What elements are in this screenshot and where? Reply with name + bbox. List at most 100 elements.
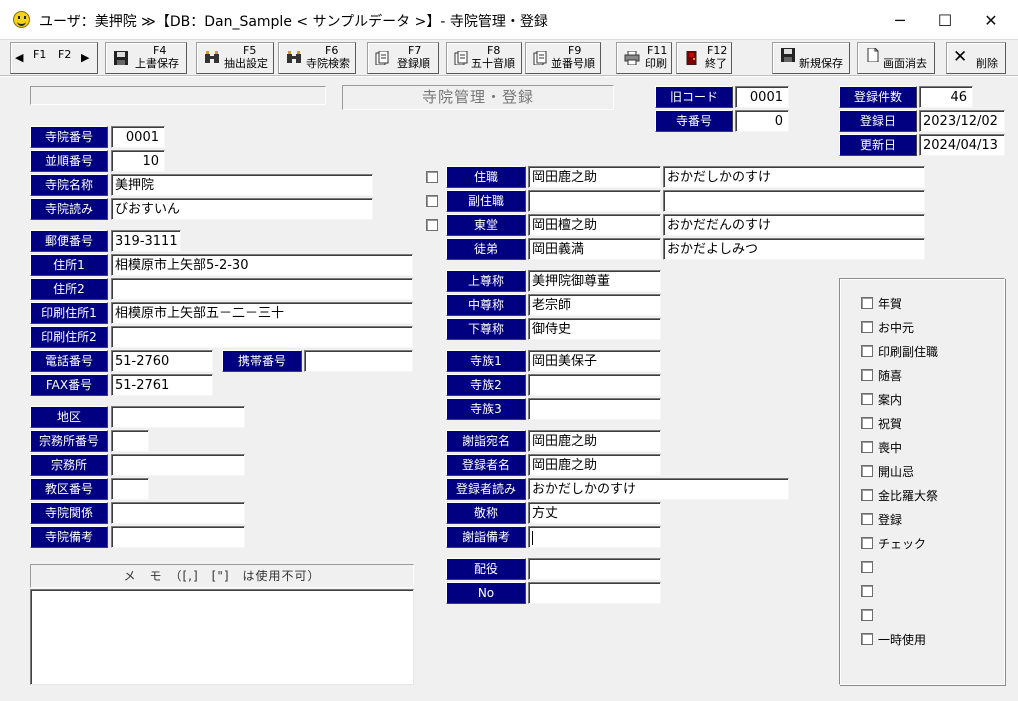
addressee-label: 謝詣宛名 [446,430,526,452]
overwrite-save-button[interactable]: F4 上書保存 [105,42,187,74]
option-label: 開山忌 [878,465,915,479]
sort-registration-button[interactable]: F7 登録順 [367,42,439,74]
family3-field[interactable] [528,398,661,420]
vice-priest-checkbox[interactable] [426,195,438,207]
retired-priest-label: 東堂 [446,214,526,236]
order-number-field[interactable]: 10 [111,150,165,172]
registrant-reading-field[interactable]: おかだしかのすけ [528,478,789,500]
option-checkbox[interactable] [861,633,873,645]
print-address1-field[interactable]: 相模原市上矢部五－二－三十 [111,302,413,324]
close-button[interactable]: ✕ [971,8,1011,34]
role-field[interactable] [528,558,661,580]
retired-priest-name-field[interactable]: 岡田檀之助 [528,214,661,236]
option-checkbox[interactable] [861,345,873,357]
disciple-reading-field[interactable]: おかだよしみつ [663,238,925,260]
temple-relation-field[interactable] [111,502,245,524]
print-address2-field[interactable] [111,326,413,348]
chief-priest-reading-field[interactable]: おかだしかのすけ [663,166,925,188]
address-notes-field[interactable] [528,526,661,548]
addressee-field[interactable]: 岡田鹿之助 [528,430,661,452]
option-checkbox[interactable] [861,537,873,549]
record-count-field: 46 [919,86,973,108]
address2-field[interactable] [111,278,413,300]
option-checkbox[interactable] [861,585,873,597]
maximize-button[interactable]: ☐ [925,8,965,34]
mobile-field[interactable] [304,350,413,372]
title-label: 敬称 [446,502,526,524]
old-code-field[interactable]: 0001 [735,86,789,108]
sort-registration-label: 登録順 [397,57,430,70]
chief-priest-checkbox[interactable] [426,171,438,183]
title-bar: ユーザ：美押院 ≫【DB：Dan_Sample < サンプルデータ >】- 寺院… [0,0,1018,40]
f8-key-label: F8 [487,44,501,57]
retired-priest-checkbox[interactable] [426,219,438,231]
middle-honorific-field[interactable]: 老宗師 [528,294,661,316]
lower-honorific-field[interactable]: 御侍史 [528,318,661,340]
family2-field[interactable] [528,374,661,396]
district-field[interactable] [111,406,245,428]
chief-priest-name-field[interactable]: 岡田鹿之助 [528,166,661,188]
minimize-button[interactable]: ─ [880,8,920,34]
option-label: 案内 [878,393,903,407]
option-checkbox[interactable] [861,297,873,309]
registrant-field[interactable]: 岡田鹿之助 [528,454,661,476]
option-checkbox[interactable] [861,489,873,501]
vice-priest-name-field[interactable] [528,190,661,212]
option-checkbox[interactable] [861,393,873,405]
title-field[interactable]: 方丈 [528,502,661,524]
fax-field[interactable]: 51-2761 [111,374,213,396]
temple-search-button[interactable]: F6 寺院検索 [278,42,356,74]
memo-textarea[interactable] [30,589,414,685]
temple-number-field[interactable]: 0001 [111,126,165,148]
clear-screen-button[interactable]: 画面消去 [857,42,935,74]
option-label: 年賀 [878,297,903,311]
family1-field[interactable]: 岡田美保子 [528,350,661,372]
prev-record-icon[interactable]: ◀ [15,51,23,64]
order-number-label: 並順番号 [30,150,108,172]
role-no-field[interactable] [528,582,661,604]
option-checkbox[interactable] [861,441,873,453]
phone-field[interactable]: 51-2760 [111,350,213,372]
option-checkbox[interactable] [861,465,873,477]
temple-name-field[interactable]: 美押院 [111,174,373,196]
sort-kana-button[interactable]: F8 五十音順 [446,42,522,74]
f2-key-label: F2 [58,48,72,61]
sort-order-number-button[interactable]: F9 並番号順 [525,42,601,74]
print-button[interactable]: F11 印刷 [616,42,672,74]
option-checkbox[interactable] [861,321,873,333]
pages-icon [375,51,389,65]
address1-field[interactable]: 相模原市上矢部5-2-30 [111,254,413,276]
print-address2-label: 印刷住所2 [30,326,108,348]
disciple-name-field[interactable]: 岡田義満 [528,238,661,260]
option-checkbox[interactable] [861,417,873,429]
retired-priest-reading-field[interactable]: おかだだんのすけ [663,214,925,236]
option-checkbox[interactable] [861,369,873,381]
overwrite-save-label: 上書保存 [135,57,179,70]
temple-no-field[interactable]: 0 [735,110,789,132]
sect-office-no-field[interactable] [111,430,149,452]
parish-no-field[interactable] [111,478,149,500]
option-label: お中元 [878,321,915,335]
postal-code-field[interactable]: 319-3111 [111,230,181,252]
save-new-button[interactable]: 新規保存 [772,42,850,74]
temple-notes-field[interactable] [111,526,245,548]
temple-reading-field[interactable]: びおすいん [111,198,373,220]
option-checkbox[interactable] [861,513,873,525]
upper-honorific-field[interactable]: 美押院御尊董 [528,270,661,292]
f11-key-label: F11 [647,44,668,57]
vice-priest-reading-field[interactable] [663,190,925,212]
option-checkbox[interactable] [861,609,873,621]
middle-honorific-label: 中尊称 [446,294,526,316]
delete-button[interactable]: ✕ 削除 [946,42,1006,74]
option-checkbox[interactable] [861,561,873,573]
registrant-label: 登録者名 [446,454,526,476]
address2-label: 住所2 [30,278,108,300]
next-record-icon[interactable]: ▶ [81,51,89,64]
options-groupbox: 年賀 お中元 印刷副住職 随喜 案内 祝賀 喪中 開山忌 金比羅大祭 登録 チェ… [839,278,1005,685]
record-nav-button[interactable]: ◀ F1 F2 ▶ [10,42,98,74]
exit-button[interactable]: F12 終了 [676,42,732,74]
sect-office-field[interactable] [111,454,245,476]
extract-settings-button[interactable]: F5 抽出設定 [196,42,274,74]
parish-no-label: 教区番号 [30,478,108,500]
role-no-label: No [446,582,526,604]
